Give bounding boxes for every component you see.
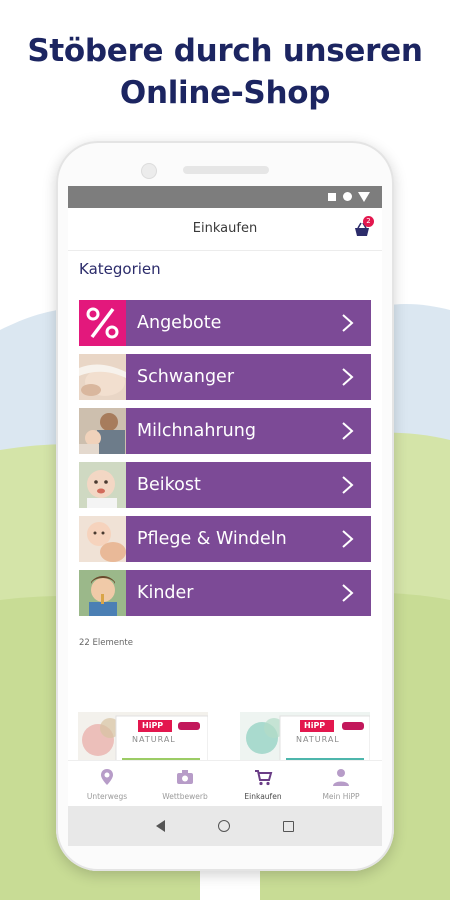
mother-feeding-photo <box>79 408 126 454</box>
headline-line-1: Stöbere durch unseren <box>27 33 423 69</box>
category-label: Kinder <box>137 583 194 603</box>
page-title: Einkaufen <box>192 221 258 236</box>
front-camera <box>141 163 157 179</box>
category-angebote[interactable]: Angebote <box>79 300 371 346</box>
chevron-right-icon <box>342 530 354 548</box>
category-pflege-windeln[interactable]: Pflege & Windeln <box>79 516 371 562</box>
nav-unterwegs[interactable]: Unterwegs <box>68 761 146 806</box>
map-pin-icon <box>101 769 113 785</box>
child-eating-photo <box>79 570 126 616</box>
chevron-right-icon <box>342 422 354 440</box>
status-bar <box>68 186 382 208</box>
nav-einkaufen[interactable]: Einkaufen <box>224 761 302 806</box>
product-card-2[interactable]: HiPP NATURAL <box>240 706 371 769</box>
app-screen: Einkaufen 2 Kategorien Angebote Schwange… <box>68 186 382 806</box>
nav-label: Unterwegs <box>86 792 128 801</box>
category-beikost[interactable]: Beikost <box>79 462 371 508</box>
nav-label: Wettbewerb <box>162 792 208 801</box>
category-kinder[interactable]: Kinder <box>79 570 371 616</box>
product-brand: HiPP <box>304 721 326 730</box>
product-line: NATURAL <box>296 735 340 744</box>
category-schwanger[interactable]: Schwanger <box>79 354 371 400</box>
nav-mein-hipp[interactable]: Mein HiPP <box>302 761 380 806</box>
product-card-1[interactable]: HiPP NATURAL <box>78 706 209 769</box>
chevron-right-icon <box>342 368 354 386</box>
bottom-navigation: Unterwegs Wettbewerb Einkaufen Mein HiPP <box>68 760 382 806</box>
product-line: NATURAL <box>132 735 176 744</box>
person-icon <box>333 769 349 786</box>
product-brand: HiPP <box>142 721 164 730</box>
signal-icon <box>358 192 370 202</box>
notification-icon <box>328 193 336 201</box>
phone-speaker <box>183 166 269 174</box>
camera-icon <box>177 770 193 784</box>
home-icon[interactable] <box>218 820 230 832</box>
headline: Stöbere durch unseren Online-Shop <box>0 30 450 114</box>
cart-icon <box>255 770 273 786</box>
category-label: Angebote <box>137 313 222 333</box>
category-label: Beikost <box>137 475 201 495</box>
section-title: Kategorien <box>79 260 161 278</box>
baby-care-photo <box>79 516 126 562</box>
chevron-right-icon <box>342 476 354 494</box>
nav-label: Einkaufen <box>244 792 282 801</box>
nav-wettbewerb[interactable]: Wettbewerb <box>146 761 224 806</box>
app-bar: Einkaufen 2 <box>68 208 382 251</box>
category-label: Milchnahrung <box>137 421 256 441</box>
dot-icon <box>343 192 352 201</box>
chevron-right-icon <box>342 314 354 332</box>
chevron-right-icon <box>342 584 354 602</box>
nav-label: Mein HiPP <box>322 792 360 801</box>
percent-icon <box>79 300 126 346</box>
status-icons <box>324 190 374 204</box>
baby-eating-photo <box>79 462 126 508</box>
cart-count-badge: 2 <box>363 216 374 227</box>
recent-apps-icon[interactable] <box>283 821 294 832</box>
item-count: 22 Elemente <box>79 638 133 648</box>
system-navigation-bar <box>68 806 382 846</box>
headline-line-2: Online-Shop <box>119 75 331 111</box>
pregnant-belly-photo <box>79 354 126 400</box>
category-label: Schwanger <box>137 367 235 387</box>
category-label: Pflege & Windeln <box>137 529 287 549</box>
back-icon[interactable] <box>156 820 165 832</box>
category-milchnahrung[interactable]: Milchnahrung <box>79 408 371 454</box>
